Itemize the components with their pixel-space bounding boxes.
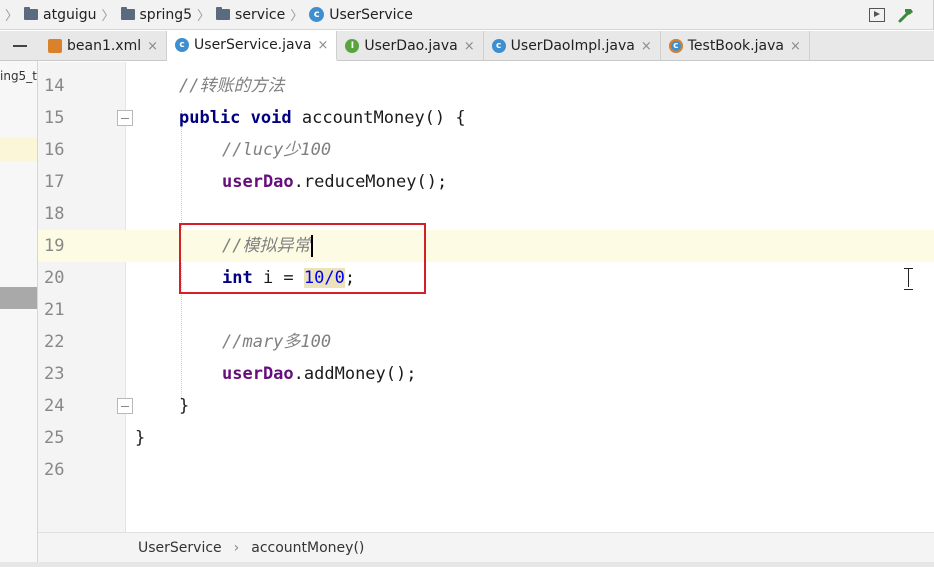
- close-icon[interactable]: ×: [464, 39, 475, 54]
- test-class-icon: c: [668, 39, 683, 53]
- folder-icon: [216, 7, 231, 20]
- tab-label: UserService.java: [194, 37, 312, 53]
- breadcrumb-separator-icon: 〉: [101, 9, 115, 24]
- editor-tab-row: bean1.xml × c UserService.java × I UserD…: [0, 31, 934, 61]
- line-number: 16: [44, 140, 65, 160]
- close-icon[interactable]: ×: [317, 38, 328, 53]
- close-icon[interactable]: ×: [790, 39, 801, 54]
- code-token: accountMoney() {: [291, 108, 466, 128]
- breadcrumb-item-service[interactable]: 〉 service: [192, 0, 285, 30]
- code-line-21[interactable]: 21: [38, 294, 934, 326]
- breadcrumb-separator-icon: 〉: [197, 9, 211, 24]
- line-number: 22: [44, 332, 65, 352]
- tab-label: bean1.xml: [67, 38, 142, 54]
- collapse-panel-button[interactable]: [10, 31, 30, 61]
- code-comment: //mary多100: [222, 332, 332, 352]
- code-line-26[interactable]: 26: [38, 454, 934, 486]
- code-text: userDao.reduceMoney();: [222, 166, 447, 198]
- project-row-selected[interactable]: [0, 287, 37, 309]
- code-line-22[interactable]: 22 //mary多100: [38, 326, 934, 358]
- code-text: public void accountMoney() {: [179, 102, 466, 134]
- editor-tabs: bean1.xml × c UserService.java × I UserD…: [40, 31, 810, 61]
- field-token: userDao: [222, 172, 294, 192]
- class-icon: c: [491, 39, 506, 53]
- breadcrumb-separator-icon: 〉: [5, 9, 19, 24]
- code-line-18[interactable]: 18: [38, 198, 934, 230]
- breadcrumb-separator-icon: 〉: [290, 9, 304, 24]
- code-line-15[interactable]: 15 public void accountMoney() {: [38, 102, 934, 134]
- breadcrumb-separator-icon: ›: [233, 539, 240, 556]
- folder-icon: [120, 7, 135, 20]
- code-line-16[interactable]: 16 //lucy少100: [38, 134, 934, 166]
- line-number: 15: [44, 108, 65, 128]
- structure-breadcrumb: UserService › accountMoney(): [38, 532, 934, 562]
- hammer-build-icon[interactable]: [897, 6, 915, 24]
- navigation-bar: 〉 atguigu 〉 spring5 〉 service 〉 c UserSe…: [0, 0, 934, 30]
- closing-brace: }: [179, 396, 190, 416]
- project-item-label[interactable]: ing5_t: [0, 69, 37, 83]
- minus-icon: [13, 45, 27, 47]
- tab-userdaoimpl-java[interactable]: c UserDaoImpl.java ×: [484, 31, 661, 61]
- breadcrumb-class[interactable]: UserService: [138, 540, 222, 556]
- breadcrumb-label: UserService: [329, 6, 413, 23]
- tab-label: UserDaoImpl.java: [510, 38, 635, 54]
- xml-file-icon: [48, 39, 62, 53]
- breadcrumb-item-spring5[interactable]: 〉 spring5: [97, 0, 193, 30]
- close-icon[interactable]: ×: [641, 39, 652, 54]
- code-line-14[interactable]: 14 //转账的方法: [38, 70, 934, 102]
- run-configuration-icon[interactable]: [869, 8, 885, 22]
- breadcrumb-label: atguigu: [43, 6, 97, 23]
- breadcrumb-label: service: [235, 6, 286, 23]
- code-line-25[interactable]: 25 }: [38, 422, 934, 454]
- breadcrumb-item-userservice[interactable]: 〉 c UserService: [285, 0, 413, 30]
- line-number: 18: [44, 204, 65, 224]
- field-token: userDao: [222, 364, 294, 384]
- code-text: userDao.addMoney();: [222, 358, 416, 390]
- project-row-highlight: [0, 137, 37, 161]
- code-line-23[interactable]: 23 userDao.addMoney();: [38, 358, 934, 390]
- tab-testbook-java[interactable]: c TestBook.java ×: [661, 31, 810, 61]
- project-panel[interactable]: ing5_t: [0, 61, 38, 567]
- code-comment: //lucy少100: [222, 140, 332, 160]
- code-token: .addMoney();: [293, 364, 417, 384]
- line-number: 20: [44, 268, 65, 288]
- class-icon: c: [309, 7, 325, 22]
- tab-label: UserDao.java: [364, 38, 458, 54]
- tab-bean1-xml[interactable]: bean1.xml ×: [40, 31, 168, 61]
- tab-label: TestBook.java: [687, 38, 784, 54]
- code-editor[interactable]: 14 //转账的方法 15 public void accountMoney()…: [38, 62, 934, 532]
- code-comment: //转账的方法: [179, 76, 285, 96]
- line-number: 17: [44, 172, 65, 192]
- code-line-20[interactable]: 20 int i = 10/0;: [38, 262, 934, 294]
- closing-brace: }: [135, 428, 146, 448]
- line-number: 21: [44, 300, 65, 320]
- line-number: 24: [44, 396, 65, 416]
- toolbar-right: [869, 0, 934, 30]
- code-line-17[interactable]: 17 userDao.reduceMoney();: [38, 166, 934, 198]
- keyword-token: void: [250, 108, 292, 128]
- folder-icon: [24, 7, 39, 20]
- line-number: 19: [44, 236, 65, 256]
- line-number: 26: [44, 460, 65, 480]
- line-number: 23: [44, 364, 65, 384]
- code-line-24[interactable]: 24 }: [38, 390, 934, 422]
- window-bottom-border: [0, 562, 934, 567]
- interface-icon: I: [345, 39, 360, 53]
- breadcrumb-method[interactable]: accountMoney(): [251, 540, 364, 556]
- fold-marker-icon[interactable]: [117, 110, 133, 126]
- tab-userservice-java[interactable]: c UserService.java ×: [167, 31, 338, 61]
- annotation-highlight-box: [179, 223, 426, 294]
- text-cursor-icon: [904, 268, 913, 290]
- close-icon[interactable]: ×: [147, 39, 158, 54]
- tab-userdao-java[interactable]: I UserDao.java ×: [337, 31, 484, 61]
- code-line-19[interactable]: 19 //模拟异常: [38, 230, 934, 262]
- breadcrumb-label: spring5: [139, 6, 193, 23]
- keyword-token: public: [179, 108, 241, 128]
- breadcrumb-item-atguigu[interactable]: 〉 atguigu: [0, 0, 97, 30]
- line-number: 14: [44, 76, 65, 96]
- line-number: 25: [44, 428, 65, 448]
- fold-marker-icon[interactable]: [117, 398, 133, 414]
- class-icon: c: [175, 38, 190, 52]
- code-token: .reduceMoney();: [293, 172, 448, 192]
